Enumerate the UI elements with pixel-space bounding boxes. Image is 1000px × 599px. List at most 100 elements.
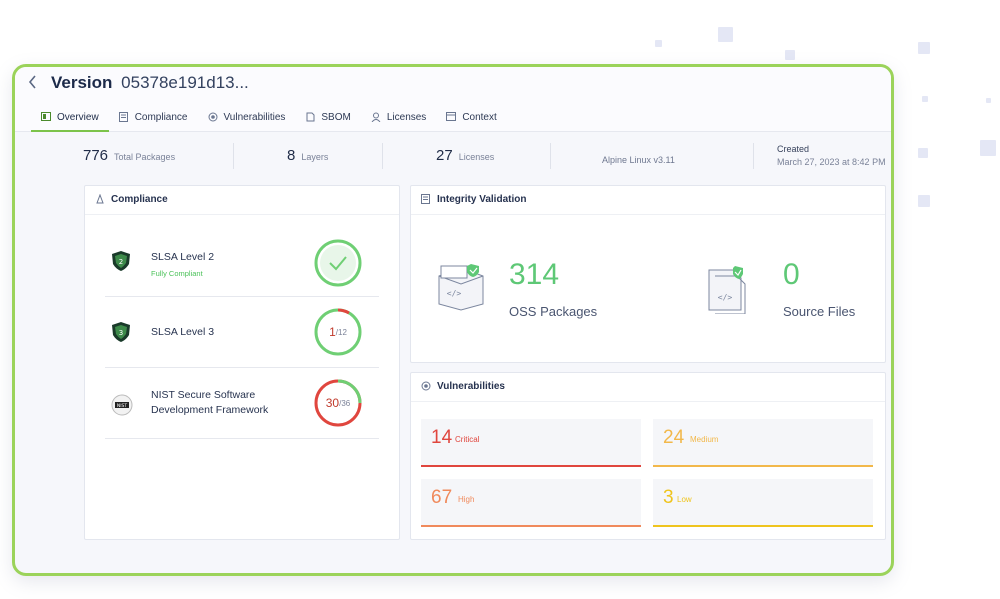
item-name: NIST Secure Software Development Framewo… (151, 389, 269, 416)
svg-text:3: 3 (119, 329, 123, 337)
tab-vulnerabilities[interactable]: Vulnerabilities (198, 110, 296, 130)
version-card: Version 05378e191d13... Overview Complia… (12, 64, 894, 576)
decor-square (655, 40, 662, 47)
tab-label: SBOM (321, 111, 351, 123)
source-files-value: 0 (783, 258, 800, 291)
stat-value: 776 (83, 147, 109, 164)
vulnerabilities-icon (421, 381, 431, 394)
tab-label: Overview (57, 111, 99, 123)
nist-logo-icon: NIST (111, 394, 133, 416)
vulnerabilities-icon (208, 112, 218, 122)
tab-overview[interactable]: Overview (31, 110, 109, 132)
compliance-item-slsa3[interactable]: 3 SLSA Level 3 1/12 (105, 297, 379, 368)
svg-text:</>: </> (447, 289, 462, 298)
tab-label: Licenses (386, 111, 427, 123)
decor-square (980, 140, 996, 156)
context-icon (446, 112, 457, 122)
licenses-icon (371, 112, 381, 123)
compliance-item-nist[interactable]: NIST NIST Secure Software Development Fr… (105, 368, 379, 439)
divider (382, 143, 383, 169)
compliance-panel: Compliance 2 SLSA Level 2 Fully Complian… (84, 185, 400, 540)
score-total: /36 (339, 398, 351, 408)
decor-square (986, 98, 991, 103)
version-hash: 05378e191d13... (121, 73, 249, 92)
divider (233, 143, 234, 169)
panel-header: Integrity Validation (411, 186, 885, 215)
title-label: Version (51, 73, 113, 92)
compliance-icon (95, 193, 105, 207)
stats-row: 776 Total Packages 8 Layers 27 Licenses Alp… (15, 133, 891, 173)
severity-bar (653, 465, 873, 467)
vuln-count: 14 (431, 427, 453, 448)
stat-value: 8 (287, 147, 296, 164)
slsa-level-2-badge-icon: 2 (111, 250, 131, 272)
stat-label: Layers (301, 152, 329, 162)
decor-square (785, 50, 795, 60)
tab-label: Vulnerabilities (223, 111, 286, 123)
created-info: Created March 27, 2023 at 8:42 PM (777, 144, 886, 167)
stat-value: 27 (436, 147, 453, 164)
chevron-left-icon[interactable] (27, 74, 41, 92)
tab-context[interactable]: Context (436, 110, 506, 130)
severity-bar (421, 465, 641, 467)
package-box-icon: </> (435, 262, 487, 317)
integrity-panel: Integrity Validation </> 314 OSS Package… (410, 185, 886, 363)
compliance-item-slsa2[interactable]: 2 SLSA Level 2 Fully Compliant (105, 226, 379, 297)
vuln-label: Critical (455, 435, 480, 444)
vuln-high-tile[interactable]: 67 High (421, 479, 641, 527)
panel-header: Vulnerabilities (411, 373, 885, 402)
item-status: Fully Compliant (151, 269, 203, 278)
compliance-progress-ring: 30/36 (313, 378, 363, 428)
document-icon (421, 194, 430, 207)
sbom-icon (305, 112, 315, 122)
created-date: March 27, 2023 at 8:42 PM (777, 157, 886, 167)
severity-bar (653, 525, 873, 527)
divider (550, 143, 551, 169)
tab-bar: Overview Compliance Vulnerabilities SBOM (31, 110, 507, 132)
vuln-medium-tile[interactable]: 24 Medium (653, 419, 873, 467)
tab-licenses[interactable]: Licenses (361, 110, 436, 130)
oss-packages-label: OSS Packages (509, 304, 598, 319)
stat-label: Total Packages (114, 152, 176, 162)
compliance-icon (119, 112, 129, 122)
svg-text:</>: </> (718, 293, 733, 302)
score-total: /12 (335, 327, 347, 337)
vuln-count: 3 (663, 487, 674, 508)
vuln-count: 24 (663, 427, 685, 448)
decor-square (922, 96, 928, 102)
tab-label: Compliance (134, 111, 188, 123)
vuln-low-tile[interactable]: 3 Low (653, 479, 873, 527)
severity-bar (421, 525, 641, 527)
panel-header: Compliance (85, 186, 399, 215)
svg-text:NIST: NIST (117, 403, 128, 409)
created-label: Created (777, 144, 810, 154)
source-files-label: Source Files (783, 304, 856, 319)
decor-square (718, 27, 733, 42)
panel-title: Integrity Validation (437, 194, 527, 205)
vulnerabilities-panel: Vulnerabilities 14 Critical 24 Medium 67… (410, 372, 886, 540)
ring-score: 30/36 (313, 378, 363, 428)
tab-label: Context (462, 111, 497, 123)
stat-total-packages: 776 Total Packages (83, 147, 175, 165)
overview-icon (41, 112, 51, 122)
vuln-count: 67 (431, 487, 453, 508)
vuln-critical-tile[interactable]: 14 Critical (421, 419, 641, 467)
version-header: Version 05378e191d13... Overview Complia… (15, 67, 891, 132)
divider (753, 143, 754, 169)
stat-licenses: 27 Licenses (436, 147, 494, 165)
tab-compliance[interactable]: Compliance (109, 110, 198, 130)
tab-sbom[interactable]: SBOM (295, 110, 360, 130)
ring-score: 1/12 (313, 307, 363, 357)
score-value: 1 (329, 325, 336, 339)
stat-layers: 8 Layers (287, 147, 328, 165)
stat-label: Licenses (458, 152, 495, 162)
vuln-label: Medium (690, 435, 719, 444)
slsa-level-3-badge-icon: 3 (111, 321, 131, 343)
decor-square (918, 42, 930, 54)
os-label: Alpine Linux v3.11 (602, 155, 675, 165)
panel-title: Vulnerabilities (437, 381, 505, 392)
source-file-icon: </> (705, 264, 751, 319)
vuln-label: High (458, 495, 475, 504)
panel-title: Compliance (111, 194, 168, 205)
item-name: SLSA Level 2 (151, 251, 215, 263)
